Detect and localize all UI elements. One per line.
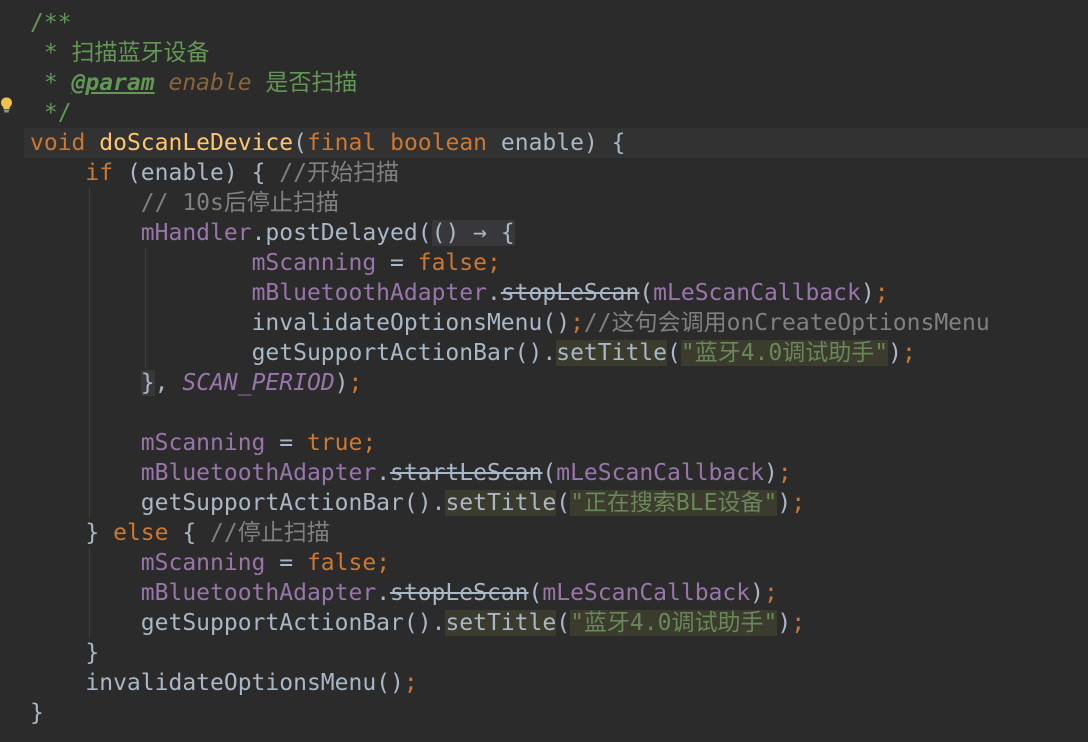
field: mScanning (140, 550, 266, 576)
method-call: getSupportActionBar (251, 340, 515, 366)
code-line-17: getSupportActionBar().setTitle("正在搜索BLE设… (140, 490, 806, 516)
parameter: enable (500, 130, 584, 156)
keyword: boolean (390, 130, 488, 156)
line-comment: //开始扫描 (279, 160, 399, 186)
keyword: if (85, 160, 114, 186)
code-line-19: mScanning = false; (140, 550, 391, 576)
code-line-6: if (enable) { //开始扫描 (85, 160, 399, 186)
code-line-15: mScanning = true; (140, 430, 377, 456)
doc-comment: /** (30, 10, 72, 36)
field: mLeScanCallback (556, 460, 764, 486)
code-line-13: }, SCAN_PERIOD); (140, 370, 363, 396)
field: mBluetoothAdapter (251, 280, 487, 306)
doc-comment: 是否扫描 (251, 70, 358, 96)
code-line-4: */ (30, 98, 72, 128)
method-declaration: doScanLeDevice (99, 130, 294, 156)
doc-comment: * 扫描蓝牙设备 (30, 40, 210, 66)
keyword: final (306, 130, 377, 156)
code-line-3: * @param enable 是否扫描 (30, 68, 358, 98)
code-editor[interactable]: /** * 扫描蓝牙设备 * @param enable 是否扫描 */ voi… (0, 0, 1088, 742)
code-line-20: mBluetoothAdapter.stopLeScan(mLeScanCall… (140, 580, 778, 606)
method-call: setTitle (445, 610, 557, 636)
field: mBluetoothAdapter (140, 460, 377, 486)
method-call: getSupportActionBar (140, 490, 404, 516)
method-call: invalidateOptionsMenu (251, 310, 543, 336)
code-line-18: } else { //停止扫描 (30, 520, 330, 546)
code-line-2: * 扫描蓝牙设备 (30, 38, 210, 68)
code-line-1: /** (30, 8, 72, 38)
code-line-5: void doScanLeDevice(final boolean enable… (30, 130, 626, 156)
method-call: getSupportActionBar (140, 610, 404, 636)
field: mBluetoothAdapter (140, 580, 377, 606)
code-line-8: mHandler.postDelayed(() → { (140, 220, 515, 246)
code-line-10: mBluetoothAdapter.stopLeScan(mLeScanCall… (251, 280, 889, 306)
code-line-7: // 10s后停止扫描 (30, 188, 339, 218)
method-call: invalidateOptionsMenu (85, 670, 377, 696)
lambda-arrow: () → { (431, 220, 515, 246)
doc-comment: */ (30, 100, 72, 126)
code-line-9: mScanning = false; (251, 250, 501, 276)
identifier: enable (140, 160, 224, 186)
field: mLeScanCallback (542, 580, 751, 606)
doc-tag: @param (71, 70, 155, 96)
keyword: false (417, 250, 487, 276)
field: mHandler (140, 220, 252, 246)
code-line-21: getSupportActionBar().setTitle("蓝牙4.0调试助… (140, 610, 806, 636)
deprecated-method-call: startLeScan (390, 460, 543, 486)
doc-comment: * (30, 70, 72, 96)
code-line-12: getSupportActionBar().setTitle("蓝牙4.0调试助… (251, 340, 916, 366)
code-line-16: mBluetoothAdapter.startLeScan(mLeScanCal… (140, 460, 792, 486)
string-literal: "蓝牙4.0调试助手" (570, 610, 778, 636)
line-comment: //停止扫描 (210, 520, 330, 546)
deprecated-method-call: stopLeScan (390, 580, 529, 606)
field: mScanning (140, 430, 266, 456)
method-call: postDelayed (265, 220, 418, 246)
line-comment: // 10s后停止扫描 (140, 190, 339, 216)
keyword: false (306, 550, 377, 576)
method-call: setTitle (556, 340, 667, 366)
lightbulb-icon[interactable] (0, 97, 13, 113)
doc-param-name: enable (154, 70, 252, 96)
code-line-24: } (30, 700, 44, 726)
keyword: void (30, 130, 86, 156)
lambda-close: } (140, 370, 155, 396)
deprecated-method-call: stopLeScan (500, 280, 640, 306)
code-line-11: invalidateOptionsMenu();//这句会调用onCreateO… (251, 310, 990, 336)
method-call: setTitle (445, 490, 557, 516)
code-line-23: invalidateOptionsMenu(); (85, 670, 418, 696)
code-line-22: } (30, 640, 100, 666)
constant: SCAN_PERIOD (182, 370, 335, 396)
keyword: true (306, 430, 363, 456)
string-literal: "蓝牙4.0调试助手" (680, 340, 889, 366)
line-comment: //这句会调用onCreateOptionsMenu (583, 310, 990, 336)
keyword: else (113, 520, 169, 546)
field: mScanning (251, 250, 377, 276)
field: mLeScanCallback (653, 280, 861, 306)
string-literal: "正在搜索BLE设备" (570, 490, 778, 516)
